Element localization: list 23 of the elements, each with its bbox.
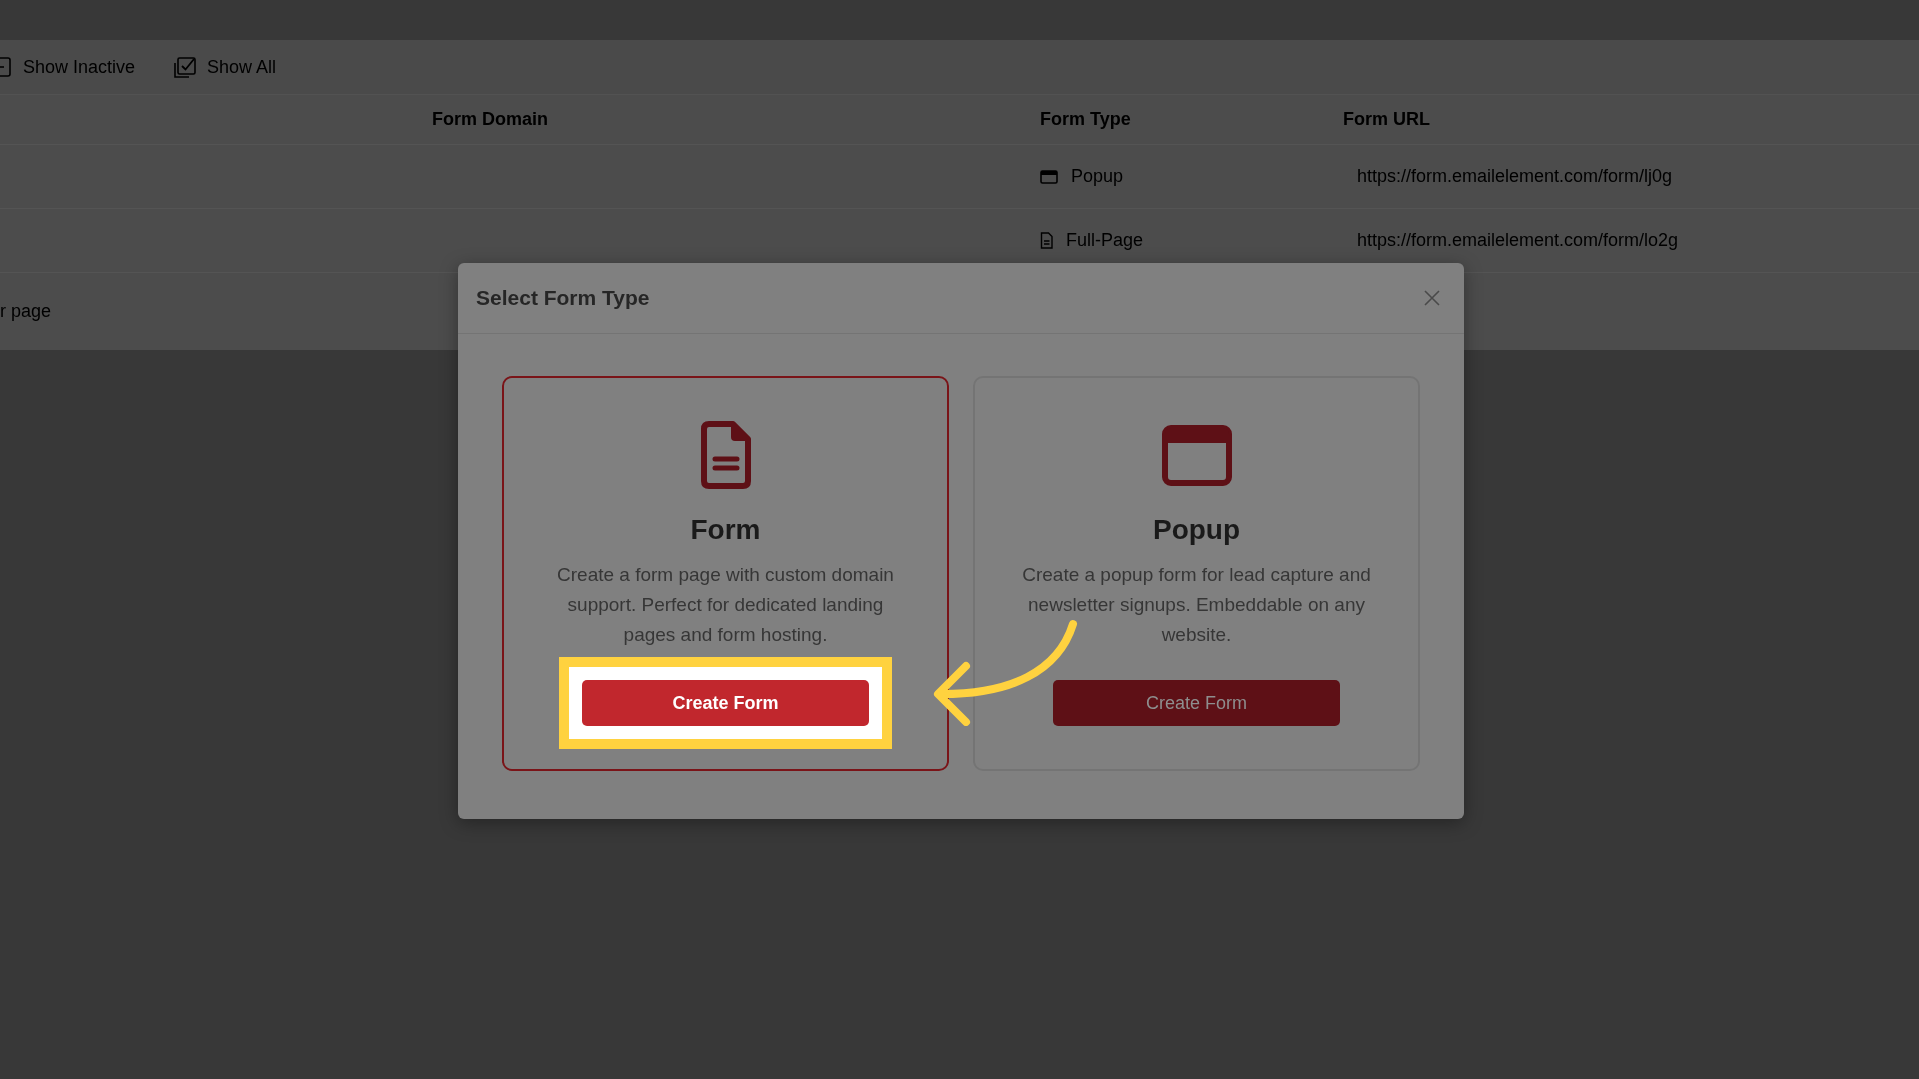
form-url-text: https://form.emailelement.com/form/lo2g <box>1357 229 1679 252</box>
card-title: Popup <box>1152 513 1241 547</box>
window-icon <box>1161 424 1232 486</box>
column-header[interactable]: Form Type <box>1040 106 1131 133</box>
card-description: Create a form page with custom domain support. Perfect for dedicated landing pages and form hosting. <box>556 563 895 647</box>
form-type-text: Full-Page <box>1066 229 1144 252</box>
create-form-button[interactable]: Create Form <box>1053 680 1340 726</box>
form-type-card[interactable]: Form Create a form page with custom domain support. Perfect for dedicated landing pages and form hosting. Create Form <box>502 376 949 771</box>
close-icon[interactable] <box>1424 290 1440 306</box>
pagination-label: r page <box>0 300 52 323</box>
document-icon <box>699 420 752 490</box>
form-type-text: Popup <box>1071 165 1124 188</box>
document-icon <box>1040 232 1053 249</box>
card-description: Create a popup form for lead capture and newsletter signups. Embeddable on any website. <box>1021 563 1372 647</box>
column-header[interactable]: Form Domain <box>432 106 548 133</box>
modal-title: Select Form Type <box>476 285 650 312</box>
column-header[interactable]: Form URL <box>1343 106 1430 133</box>
form-type-card[interactable]: Popup Create a popup form for lead capture and newsletter signups. Embeddable on any website. Create Form <box>973 376 1420 771</box>
window-icon <box>1040 169 1058 184</box>
show-all-button[interactable]: Show All <box>170 53 277 81</box>
card-title: Form <box>690 513 761 547</box>
form-url-text: https://form.emailelement.com/form/lj0g <box>1357 165 1673 188</box>
create-form-button[interactable]: Create Form <box>582 680 869 726</box>
